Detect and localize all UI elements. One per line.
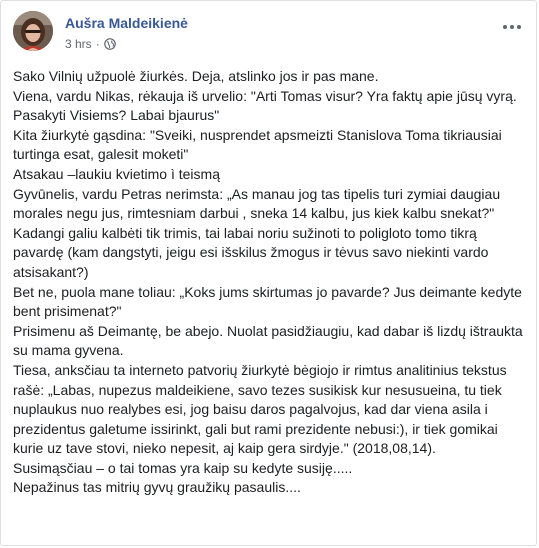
post-meta: 3 hrs · (65, 37, 116, 51)
author-name[interactable]: Aušra Maldeikienė (65, 15, 188, 31)
post-paragraph: Gyvūnelis, vardu Petras nerimsta: „As ma… (13, 185, 501, 222)
more-options-icon[interactable] (500, 17, 524, 37)
post-paragraph: Bet ne, puola mane toliau: „Koks jums sk… (13, 283, 522, 320)
post-paragraph: Atsakau –laukiu kvietimo ì teismą (13, 165, 220, 182)
post-paragraph: Viena, vardu Nikas, rėkauja iš urvelio: … (13, 87, 517, 124)
profile-photo (13, 11, 53, 51)
post-header: Aušra Maldeikienė 3 hrs · (13, 11, 524, 57)
meta-separator: · (95, 37, 100, 51)
post-paragraph: Kita žiurkytė gąsdina: "Sveiki, nusprend… (13, 126, 502, 163)
post-paragraph: Susimąsčiau – o tai tomas yra kaip su ke… (13, 459, 353, 476)
post-paragraph: Nepažinus tas mitrių gyvų graužikų pasau… (13, 479, 301, 496)
post-timestamp[interactable]: 3 hrs (65, 37, 92, 51)
post-paragraph: Sako Vilnių užpuolė žiurkės. Deja, atsli… (13, 68, 379, 84)
post-paragraph: Tiesa, anksčiau ta interneto patvorių ži… (13, 361, 507, 457)
post-card: Aušra Maldeikienė 3 hrs · Sako Vilnių už… (0, 0, 537, 546)
avatar[interactable] (13, 11, 53, 51)
globe-icon[interactable] (103, 38, 116, 50)
post-paragraph: Kadangi galiu kalbėti tik trimis, tai la… (13, 224, 489, 280)
post-paragraph: Prisimenu aš Deimantę, be abejo. Nuolat … (13, 322, 523, 359)
post-text: Sako Vilnių užpuolė žiurkės. Deja, atsli… (13, 67, 529, 498)
